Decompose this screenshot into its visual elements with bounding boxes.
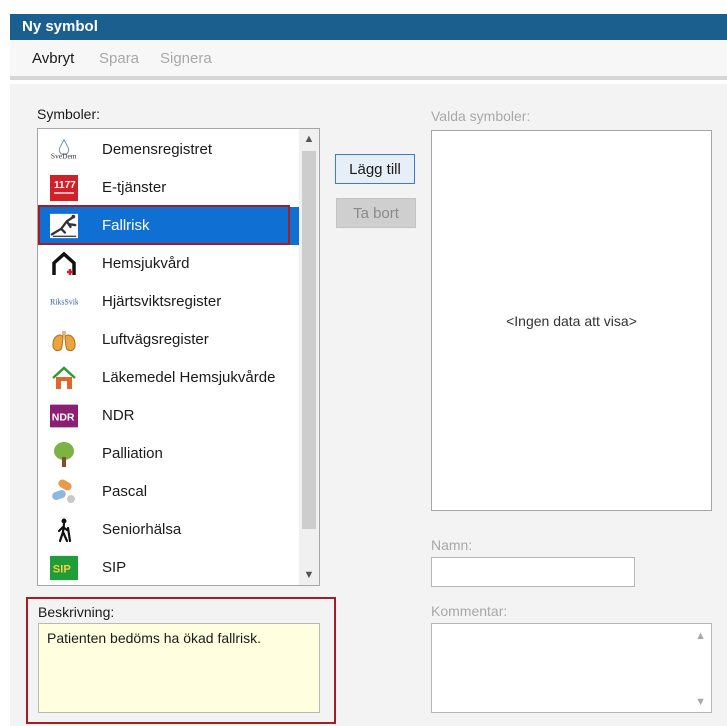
home-medicine-icon <box>50 365 78 391</box>
list-item[interactable]: Pascal <box>38 473 300 511</box>
list-item[interactable]: NDR NDR <box>38 397 300 435</box>
svg-text:1177: 1177 <box>54 180 76 191</box>
list-item-label: E-tjänster <box>102 179 167 196</box>
chevron-up-icon[interactable]: ▲ <box>695 630 706 642</box>
sign-button[interactable]: Signera <box>160 50 212 67</box>
list-item-label: NDR <box>102 407 135 424</box>
tree-icon <box>50 441 78 467</box>
list-item[interactable]: Läkemedel Hemsjukvårde <box>38 359 300 397</box>
remove-button[interactable]: Ta bort <box>336 198 416 228</box>
symbols-label: Symboler: <box>37 106 101 122</box>
svedem-logo-icon: SveDem <box>50 137 78 163</box>
list-item-label: Hemsjukvård <box>102 255 190 272</box>
empty-message: <Ingen data att visa> <box>506 313 637 329</box>
list-item-label: Palliation <box>102 445 163 462</box>
home-care-icon <box>50 251 78 277</box>
rikssvikt-logo-icon: RiksSvikt <box>50 289 78 315</box>
scrollbar-thumb[interactable] <box>302 151 316 529</box>
cancel-button[interactable]: Avbryt <box>32 50 74 67</box>
list-item[interactable]: SveDem Demensregistret <box>38 131 300 169</box>
chevron-down-icon[interactable]: ▼ <box>299 565 319 585</box>
list-item[interactable]: Seniorhälsa <box>38 511 300 549</box>
list-item-selected[interactable]: Fallrisk <box>38 207 300 245</box>
svg-text:NDR: NDR <box>52 411 75 423</box>
list-item-label: Fallrisk <box>102 217 150 234</box>
add-button[interactable]: Lägg till <box>335 154 415 184</box>
selected-symbols-list[interactable]: <Ingen data att visa> <box>431 130 712 511</box>
list-item[interactable]: Luftvägsregister <box>38 321 300 359</box>
fall-risk-icon <box>50 213 78 239</box>
svg-text:RiksSvikt: RiksSvikt <box>50 298 78 307</box>
pills-icon <box>50 479 78 505</box>
symbol-list-scrollbar[interactable]: ▲ ▼ <box>299 129 319 585</box>
comment-textarea[interactable]: ▲ ▼ <box>431 623 712 713</box>
sip-logo-icon: SIP <box>50 555 78 581</box>
chevron-up-icon[interactable]: ▲ <box>299 129 319 149</box>
symbol-list[interactable]: SveDem Demensregistret 1177 E-tjänster F… <box>37 128 320 586</box>
comment-label: Kommentar: <box>431 603 508 619</box>
description-textarea[interactable]: Patienten bedöms ha ökad fallrisk. <box>38 623 320 713</box>
chevron-down-icon[interactable]: ▼ <box>695 696 706 708</box>
list-item[interactable]: Palliation <box>38 435 300 473</box>
list-item-label: Pascal <box>102 483 148 500</box>
window-title: Ny symbol <box>10 14 727 40</box>
ndr-logo-icon: NDR <box>50 403 78 429</box>
lungs-icon <box>50 327 78 353</box>
list-item-label: SIP <box>102 559 127 576</box>
svg-text:SveDem: SveDem <box>51 151 77 160</box>
description-label: Beskrivning: <box>38 604 115 620</box>
list-item-label: Läkemedel Hemsjukvårde <box>102 369 276 386</box>
name-input[interactable] <box>431 557 635 587</box>
save-button[interactable]: Spara <box>99 50 139 67</box>
list-item[interactable]: RiksSvikt Hjärtsviktsregister <box>38 283 300 321</box>
list-item[interactable]: 1177 E-tjänster <box>38 169 300 207</box>
list-item-label: Seniorhälsa <box>102 521 182 538</box>
list-item[interactable]: SIP SIP <box>38 549 300 585</box>
list-item[interactable]: Hemsjukvård <box>38 245 300 283</box>
1177-logo-icon: 1177 <box>50 175 78 201</box>
list-item-label: Hjärtsviktsregister <box>102 293 222 310</box>
svg-text:SIP: SIP <box>53 564 72 576</box>
toolbar: Avbryt Spara Signera <box>10 40 727 80</box>
selected-symbols-label: Valda symboler: <box>431 108 531 124</box>
name-label: Namn: <box>431 537 473 553</box>
walking-person-icon <box>50 517 78 543</box>
list-item-label: Luftvägsregister <box>102 331 209 348</box>
list-item-label: Demensregistret <box>102 141 213 158</box>
description-highlight: Beskrivning: Patienten bedöms ha ökad fa… <box>26 597 336 724</box>
